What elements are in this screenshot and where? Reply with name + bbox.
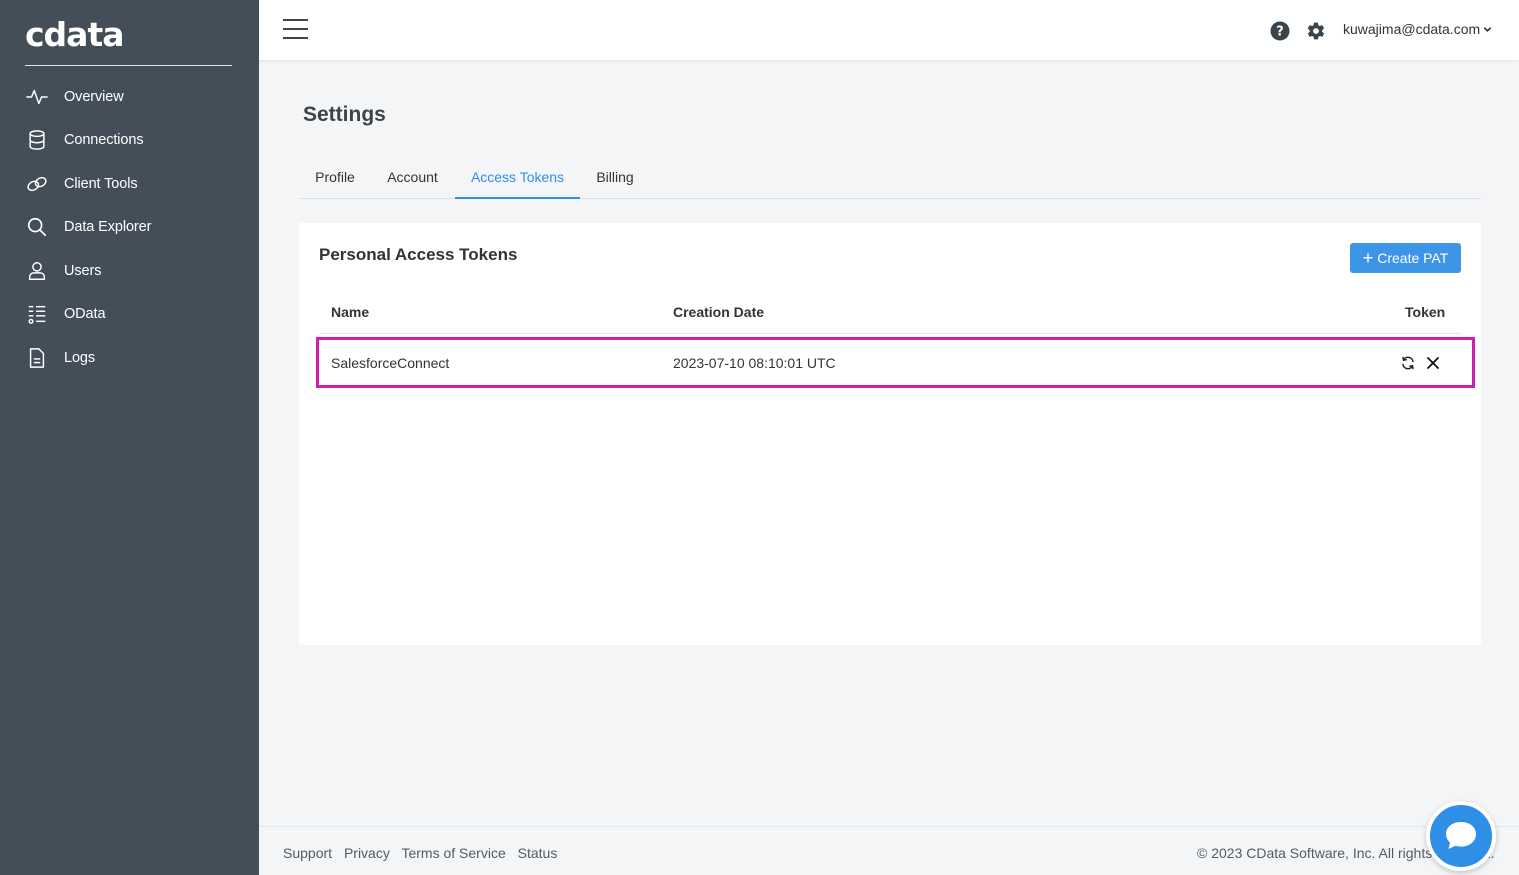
user-icon xyxy=(28,261,46,280)
tab-profile[interactable]: Profile xyxy=(299,160,371,199)
chat-button[interactable] xyxy=(1426,801,1496,871)
sidebar-item-data-explorer[interactable]: Data Explorer xyxy=(0,206,259,250)
tab-billing[interactable]: Billing xyxy=(580,160,650,199)
sidebar-item-label: Data Explorer xyxy=(64,219,152,236)
delete-icon[interactable] xyxy=(1425,355,1441,371)
cdata-logo[interactable]: cdata xyxy=(25,18,124,52)
sidebar-item-label: Users xyxy=(64,262,102,279)
settings-tabs: Profile Account Access Tokens Billing xyxy=(299,160,1481,199)
footer-link-terms[interactable]: Terms of Service xyxy=(401,845,505,861)
sidebar-item-users[interactable]: Users xyxy=(0,249,259,293)
search-icon xyxy=(27,218,47,237)
sidebar-item-overview[interactable]: Overview xyxy=(0,75,259,119)
tab-access-tokens[interactable]: Access Tokens xyxy=(455,160,580,199)
user-email: kuwajima@cdata.com xyxy=(1343,21,1481,37)
create-pat-button[interactable]: + Create PAT xyxy=(1350,243,1461,273)
column-header-name[interactable]: Name xyxy=(331,304,369,320)
sidebar-item-label: Logs xyxy=(64,349,96,366)
gear-icon[interactable] xyxy=(1306,21,1326,41)
sidebar-item-client-tools[interactable]: Client Tools xyxy=(0,162,259,206)
token-creation-date: 2023-07-10 08:10:01 UTC xyxy=(673,355,836,371)
page-title: Settings xyxy=(303,103,386,126)
help-icon[interactable]: ? xyxy=(1270,21,1290,41)
column-header-token: Token xyxy=(1405,304,1446,320)
user-menu[interactable]: kuwajima@cdata.com xyxy=(1343,21,1492,37)
plus-icon: + xyxy=(1362,248,1374,268)
card-title: Personal Access Tokens xyxy=(319,245,518,264)
list-icon xyxy=(28,306,46,325)
footer-link-support[interactable]: Support xyxy=(283,845,332,861)
sidebar-item-label: Client Tools xyxy=(64,175,138,192)
column-header-creation-date[interactable]: Creation Date xyxy=(673,304,764,320)
footer-links: Support Privacy Terms of Service Status xyxy=(283,845,565,861)
sidebar: cdata Overview Connections Client Tools … xyxy=(0,0,259,875)
sidebar-item-label: Overview xyxy=(64,88,124,105)
refresh-icon[interactable] xyxy=(1400,355,1416,371)
table-header-divider xyxy=(319,333,1461,334)
sidebar-item-connections[interactable]: Connections xyxy=(0,119,259,163)
tokens-card: Personal Access Tokens + Create PAT Name… xyxy=(299,223,1481,645)
document-icon xyxy=(29,347,45,368)
chat-bubble-icon xyxy=(1446,822,1476,849)
database-icon xyxy=(29,130,45,151)
pulse-icon xyxy=(26,89,48,104)
token-name: SalesforceConnect xyxy=(331,355,450,371)
sidebar-item-logs[interactable]: Logs xyxy=(0,336,259,380)
svg-text:?: ? xyxy=(1276,25,1284,40)
footer: Support Privacy Terms of Service Status … xyxy=(259,826,1519,875)
footer-link-status[interactable]: Status xyxy=(518,845,558,861)
menu-icon[interactable] xyxy=(283,19,308,41)
create-pat-label: Create PAT xyxy=(1377,250,1449,266)
tab-account[interactable]: Account xyxy=(371,160,454,199)
link-icon xyxy=(27,176,47,191)
sidebar-item-label: Connections xyxy=(64,132,144,149)
sidebar-item-odata[interactable]: OData xyxy=(0,293,259,337)
sidebar-nav: Overview Connections Client Tools Data E… xyxy=(0,75,259,380)
footer-link-privacy[interactable]: Privacy xyxy=(344,845,390,861)
chevron-down-icon xyxy=(1483,26,1492,32)
top-header: ? kuwajima@cdata.com xyxy=(259,0,1519,61)
divider xyxy=(25,65,232,66)
sidebar-item-label: OData xyxy=(64,306,106,323)
table-row[interactable]: SalesforceConnect 2023-07-10 08:10:01 UT… xyxy=(316,337,1475,388)
